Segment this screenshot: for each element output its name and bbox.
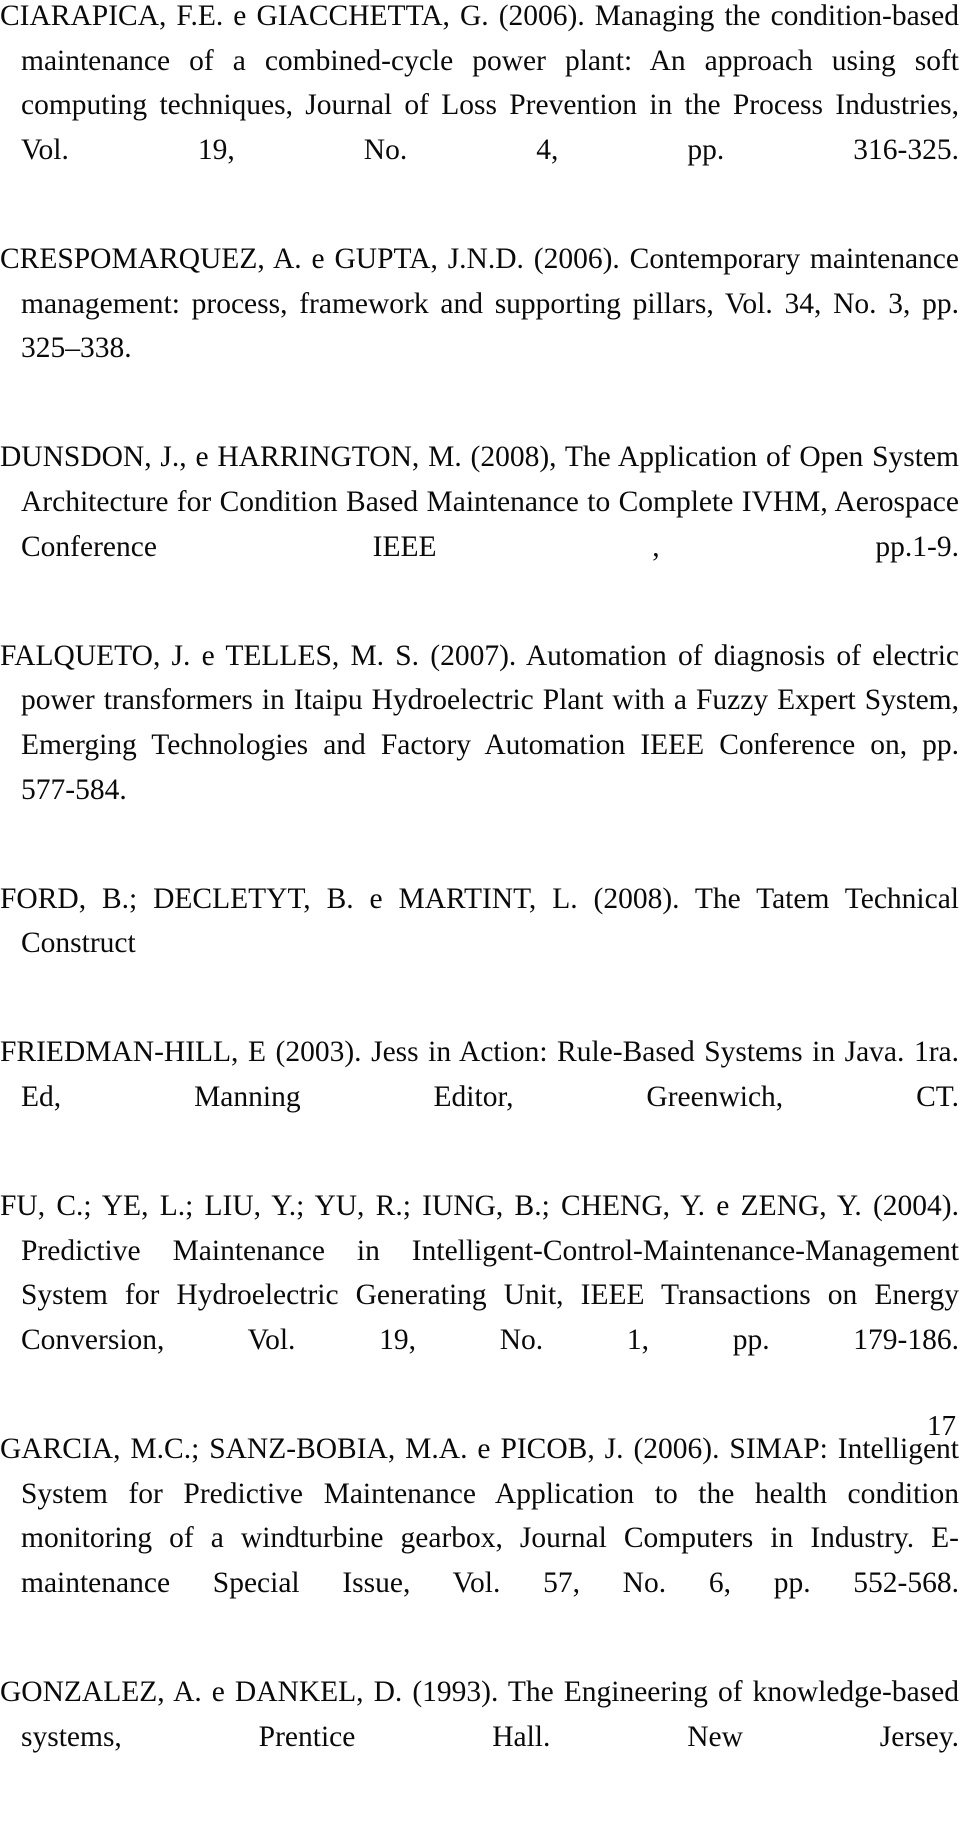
reference-entry: GONZALEZ, A. e DANKEL, D. (1993). The En…	[0, 1676, 959, 1753]
reference-entry: FRIEDMAN-HILL, E (2003). Jess in Action:…	[0, 1036, 959, 1114]
page-number: 17	[927, 1410, 956, 1442]
reference-entry: FORD, B.; DECLETYT, B. e MARTINT, L. (20…	[0, 882, 959, 960]
reference-entry: CRESPOMARQUEZ, A. e GUPTA, J.N.D. (2006)…	[0, 242, 959, 365]
reference-entry: GARCIA, M.C.; SANZ-BOBIA, M.A. e PICOB, …	[0, 1433, 959, 1599]
reference-entry: FU, C.; YE, L.; LIU, Y.; YU, R.; IUNG, B…	[0, 1190, 959, 1357]
reference-list: CIARAPICA, F.E. e GIACCHETTA, G. (2006).…	[0, 0, 959, 1824]
reference-entry: DUNSDON, J., e HARRINGTON, M. (2008), Th…	[0, 441, 959, 563]
reference-entry: CIARAPICA, F.E. e GIACCHETTA, G. (2006).…	[0, 0, 959, 166]
document-page: CIARAPICA, F.E. e GIACCHETTA, G. (2006).…	[0, 0, 960, 1753]
reference-entry: FALQUETO, J. e TELLES, M. S. (2007). Aut…	[0, 639, 959, 806]
